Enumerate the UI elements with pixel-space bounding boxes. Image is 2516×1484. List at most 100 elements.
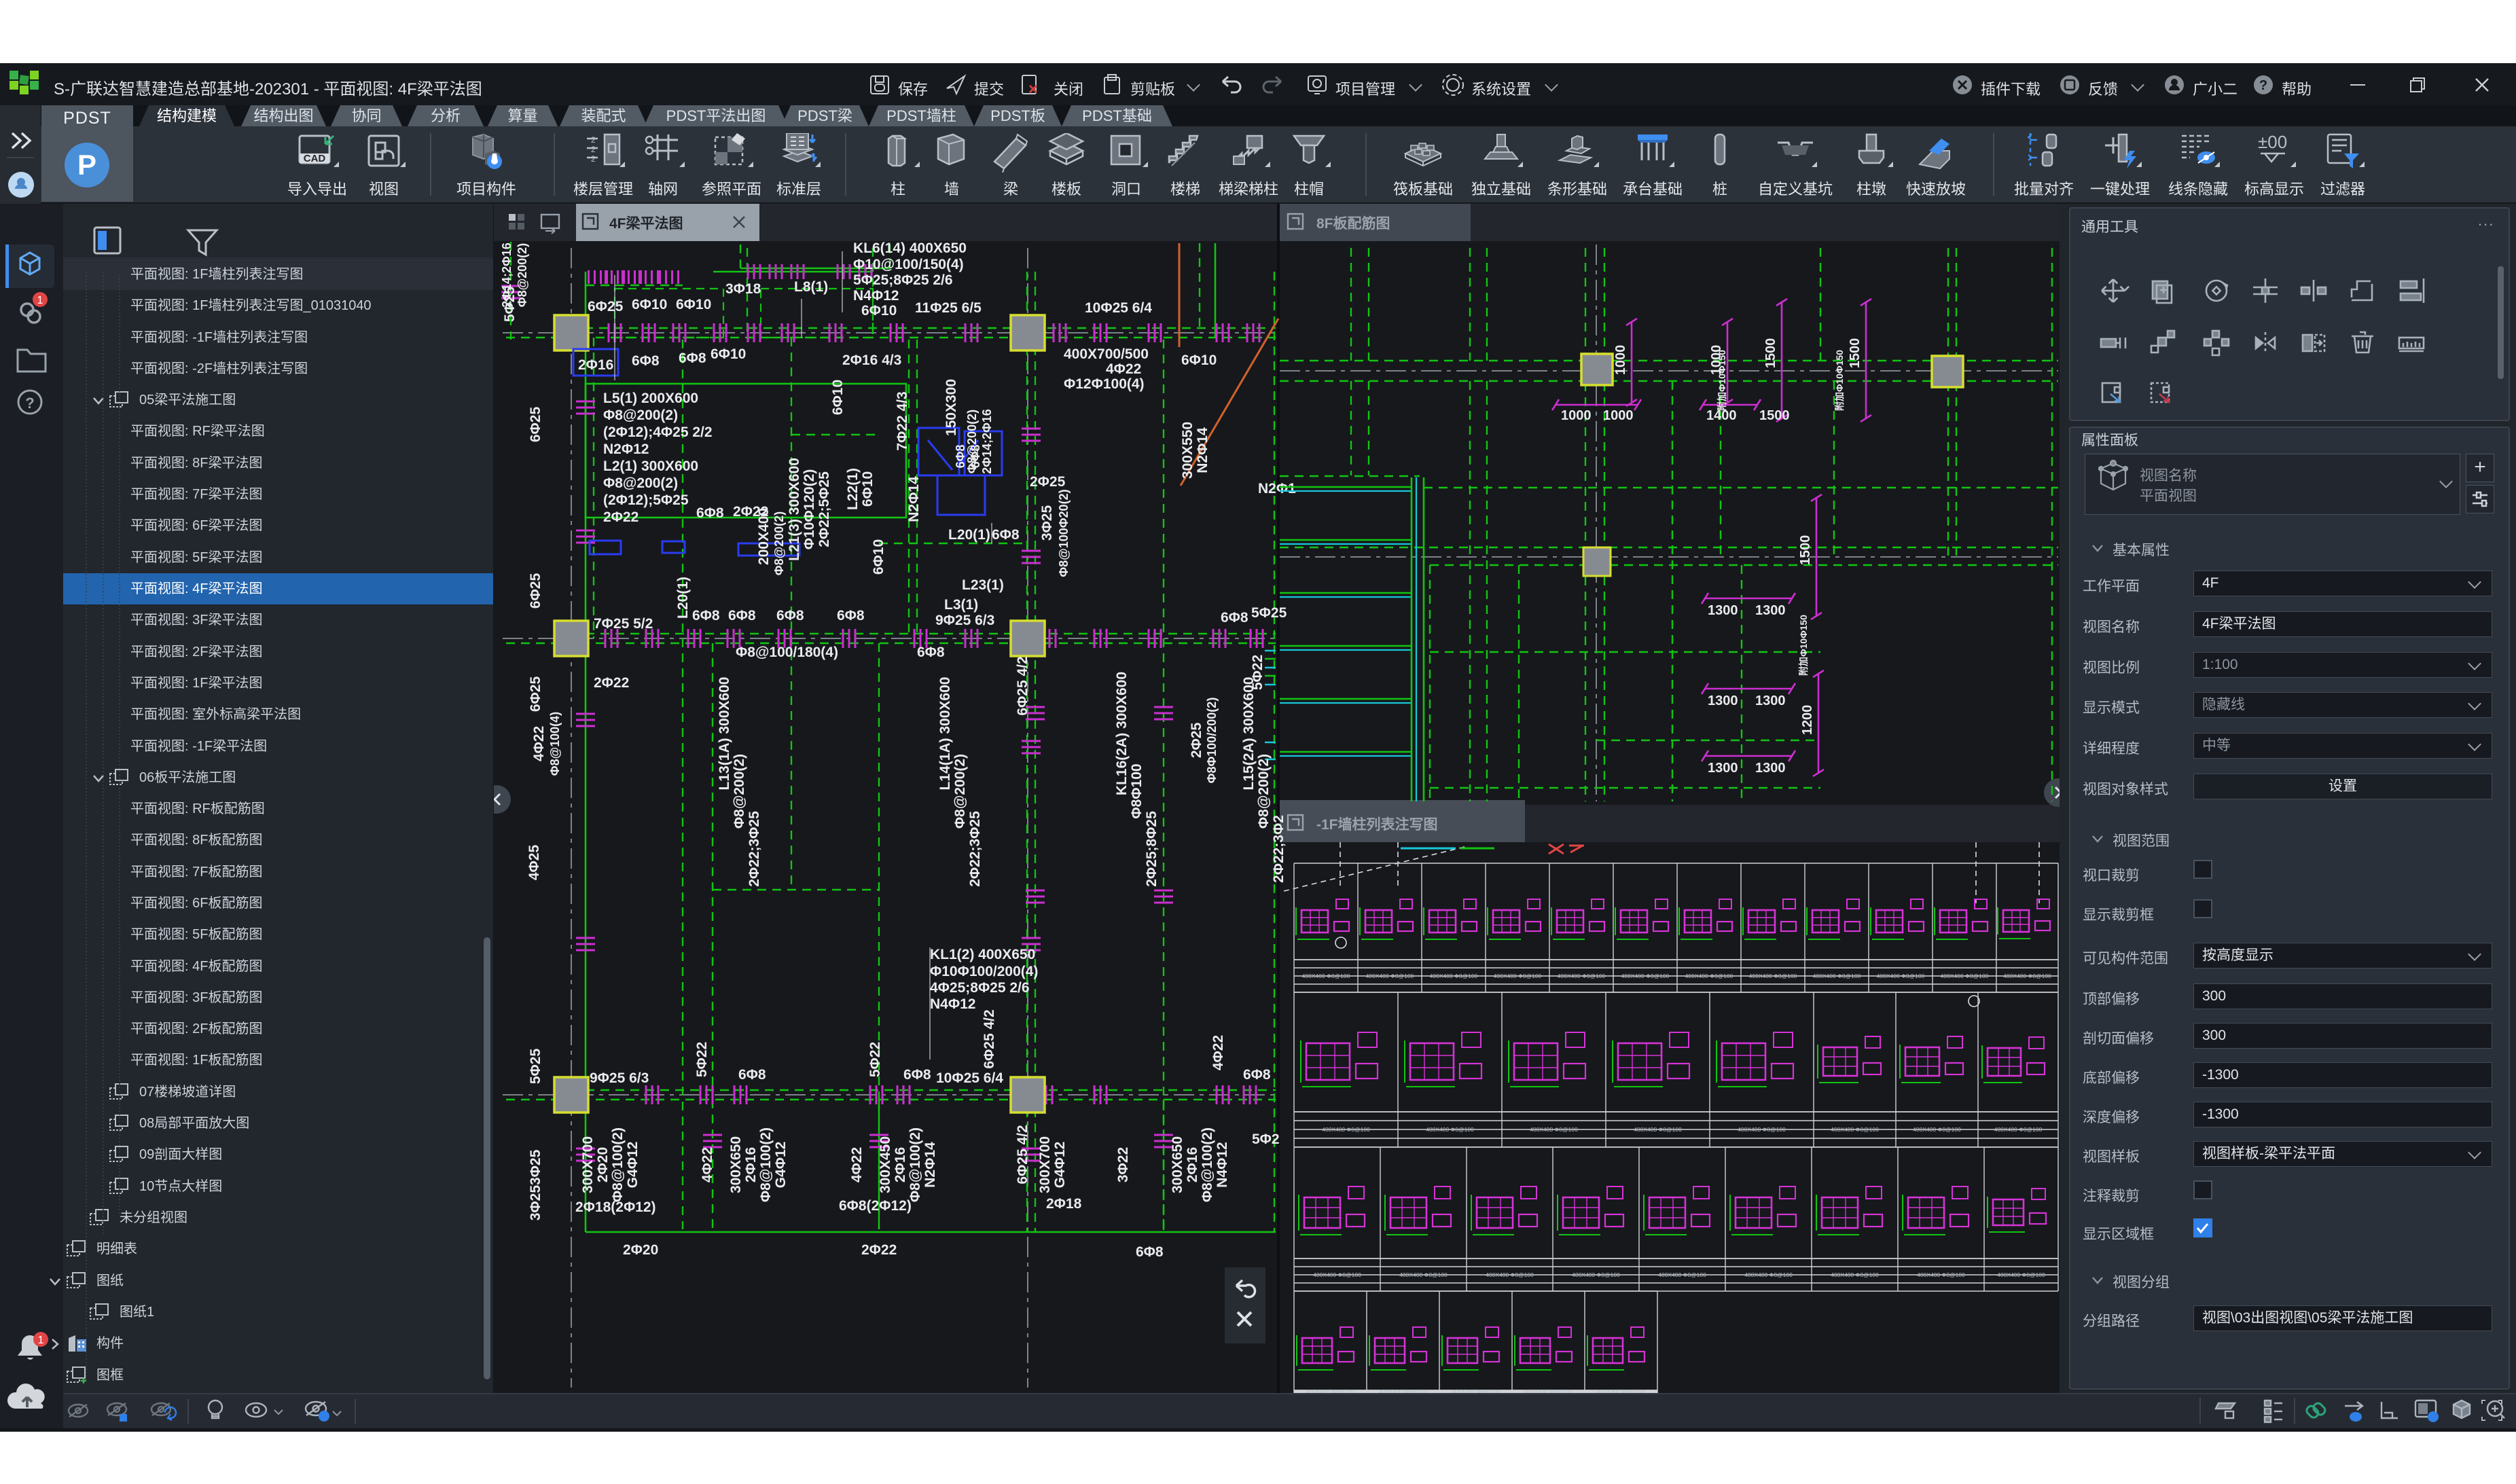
svg-text:4Φ22: 4Φ22 xyxy=(700,1147,715,1182)
svg-text:L13(1A) 300X600: L13(1A) 300X600 xyxy=(717,677,732,791)
svg-text:400X400 Φ8@100: 400X400 Φ8@100 xyxy=(1322,1126,1370,1133)
svg-text:4Φ25;8Φ25 2/6: 4Φ25;8Φ25 2/6 xyxy=(930,980,1030,996)
svg-text:KL6(14) 400X650: KL6(14) 400X650 xyxy=(853,240,967,256)
svg-text:?: ? xyxy=(25,395,34,412)
svg-text:L23(1): L23(1) xyxy=(962,577,1004,593)
svg-text:10Φ25 6/4: 10Φ25 6/4 xyxy=(936,1070,1003,1086)
svg-text:2Φ25;8Φ25: 2Φ25;8Φ25 xyxy=(1144,811,1160,887)
svg-text:N2Φ14: N2Φ14 xyxy=(922,1142,938,1188)
svg-text:-1F墙柱列表注写图: -1F墙柱列表注写图 xyxy=(1316,816,1438,833)
svg-text:2Φ14;2Φ16: 2Φ14;2Φ16 xyxy=(500,242,514,308)
svg-text:2Φ14;2Φ16: 2Φ14;2Φ16 xyxy=(980,409,994,474)
svg-text:Φ10@100/150(4): Φ10@100/150(4) xyxy=(853,257,964,272)
svg-text:6Φ10: 6Φ10 xyxy=(676,297,711,312)
svg-text:6Φ8: 6Φ8 xyxy=(632,353,660,369)
svg-text:1500: 1500 xyxy=(1763,338,1778,369)
svg-text:3Φ18: 3Φ18 xyxy=(725,281,761,297)
svg-text:2Φ16 4/3: 2Φ16 4/3 xyxy=(842,352,901,368)
svg-text:6Φ8: 6Φ8 xyxy=(738,1067,766,1083)
svg-text:Φ10Φ100/200(4): Φ10Φ100/200(4) xyxy=(930,964,1038,979)
svg-text:400X400 Φ8@100: 400X400 Φ8@100 xyxy=(2003,973,2051,979)
svg-text:3Φ22: 3Φ22 xyxy=(1115,1147,1131,1182)
svg-text:400X400 Φ8@100: 400X400 Φ8@100 xyxy=(1524,1388,1572,1393)
svg-text:400X400 Φ8@100: 400X400 Φ8@100 xyxy=(1831,1126,1879,1133)
svg-text:5Φ22: 5Φ22 xyxy=(694,1042,710,1077)
svg-text:附加Φ10Φ150: 附加Φ10Φ150 xyxy=(1798,615,1809,676)
svg-text:8F板配筋图: 8F板配筋图 xyxy=(1316,215,1390,232)
svg-text:1500: 1500 xyxy=(1759,408,1790,423)
svg-text:附加Φ10Φ150: 附加Φ10Φ150 xyxy=(1717,350,1727,411)
svg-text:L14(1A) 300X600: L14(1A) 300X600 xyxy=(937,677,953,791)
svg-text:Φ8@200(2): Φ8@200(2) xyxy=(1256,754,1272,829)
svg-text:3Φ253Φ25: 3Φ253Φ25 xyxy=(528,1149,543,1220)
svg-text:1300: 1300 xyxy=(1755,603,1786,618)
svg-text:400X400 Φ8@100: 400X400 Φ8@100 xyxy=(1917,1271,1965,1278)
svg-text:6Φ25: 6Φ25 xyxy=(528,573,543,609)
svg-text:400X400 Φ8@100: 400X400 Φ8@100 xyxy=(1494,973,1542,979)
svg-text:5Φ22: 5Φ22 xyxy=(867,1042,883,1077)
svg-text:L20(1): L20(1) xyxy=(948,527,990,543)
svg-text:P: P xyxy=(77,149,96,181)
svg-text:400X400 Φ8@100: 400X400 Φ8@100 xyxy=(1685,973,1733,979)
svg-text:6Φ10: 6Φ10 xyxy=(711,346,746,362)
svg-text:Φ10Φ120(2): Φ10Φ120(2) xyxy=(802,469,817,550)
svg-text:400X400 Φ8@100: 400X400 Φ8@100 xyxy=(1399,1271,1448,1278)
svg-text:1: 1 xyxy=(38,1335,44,1346)
svg-text:400X400 Φ8@100: 400X400 Φ8@100 xyxy=(1749,973,1797,979)
svg-text:6Φ8: 6Φ8 xyxy=(969,445,982,469)
svg-text:1000: 1000 xyxy=(1613,345,1628,376)
svg-text:10Φ25 6/4: 10Φ25 6/4 xyxy=(1085,300,1152,316)
svg-text:6Φ25: 6Φ25 xyxy=(588,299,624,314)
svg-text:N4Φ12: N4Φ12 xyxy=(1215,1142,1230,1187)
svg-text:150X300: 150X300 xyxy=(943,379,959,436)
svg-text:6Φ10: 6Φ10 xyxy=(871,539,886,575)
svg-text:L5(1) 200X600: L5(1) 200X600 xyxy=(603,391,698,406)
svg-text:400X400 Φ8@100: 400X400 Φ8@100 xyxy=(1994,1126,2043,1133)
svg-text:KL16(2A) 300X600: KL16(2A) 300X600 xyxy=(1114,672,1130,795)
svg-text:6Φ8: 6Φ8 xyxy=(903,1067,931,1083)
svg-text:2Φ22;3Φ25: 2Φ22;3Φ25 xyxy=(747,811,762,887)
svg-text:2Φ25: 2Φ25 xyxy=(1189,723,1204,759)
svg-text:N2Φ12: N2Φ12 xyxy=(603,441,649,457)
svg-text:6Φ8: 6Φ8 xyxy=(776,608,804,623)
svg-text:6Φ25: 6Φ25 xyxy=(528,407,543,443)
svg-text:2Φ16: 2Φ16 xyxy=(1185,1147,1200,1182)
svg-text:3Φ25: 3Φ25 xyxy=(1039,505,1055,541)
svg-text:400X400 Φ8@100: 400X400 Φ8@100 xyxy=(1306,1388,1354,1393)
svg-text:400X400 Φ8@100: 400X400 Φ8@100 xyxy=(1558,973,1606,979)
svg-text:400X400 Φ8@100: 400X400 Φ8@100 xyxy=(1997,1271,2045,1278)
svg-text:Φ8@200(2): Φ8@200(2) xyxy=(732,754,747,829)
svg-text:400X400 Φ8@100: 400X400 Φ8@100 xyxy=(1913,1126,1961,1133)
svg-text:4Φ22: 4Φ22 xyxy=(849,1147,865,1182)
svg-text:400X700/500: 400X700/500 xyxy=(1064,346,1149,362)
svg-text:Φ8@200(2): Φ8@200(2) xyxy=(603,408,678,423)
svg-text:6Φ8: 6Φ8 xyxy=(1243,1067,1271,1083)
svg-text:2Φ16: 2Φ16 xyxy=(893,1147,908,1182)
svg-text:Φ8@100Φ20(2): Φ8@100Φ20(2) xyxy=(1057,489,1071,577)
svg-text:400X400 Φ8@100: 400X400 Φ8@100 xyxy=(1634,1126,1682,1133)
svg-text:5Φ2: 5Φ2 xyxy=(1252,1132,1280,1147)
svg-text:Φ8Φ100/200(2): Φ8Φ100/200(2) xyxy=(1205,698,1219,784)
svg-text:5Φ25: 5Φ25 xyxy=(528,1049,543,1085)
svg-text:1300: 1300 xyxy=(1755,761,1786,776)
svg-text:4Φ25: 4Φ25 xyxy=(526,845,542,881)
svg-text:400X400 Φ8@100: 400X400 Φ8@100 xyxy=(1597,1388,1645,1393)
svg-text:300X700: 300X700 xyxy=(1037,1136,1053,1193)
svg-text:7Φ25 5/2: 7Φ25 5/2 xyxy=(594,616,653,632)
svg-text:L22(1): L22(1) xyxy=(845,468,861,510)
svg-text:400X400 Φ8@100: 400X400 Φ8@100 xyxy=(1366,973,1414,979)
svg-text:1500: 1500 xyxy=(1848,338,1863,369)
svg-text:400X400 Φ8@100: 400X400 Φ8@100 xyxy=(1302,973,1350,979)
svg-text:Φ8Φ100: Φ8Φ100 xyxy=(1129,763,1145,818)
svg-text:6Φ8: 6Φ8 xyxy=(1221,610,1248,626)
svg-text:2Φ18: 2Φ18 xyxy=(1046,1196,1082,1212)
svg-text:6Φ8(2Φ12): 6Φ8(2Φ12) xyxy=(839,1198,912,1214)
svg-text:Φ8@100(2): Φ8@100(2) xyxy=(758,1127,774,1202)
svg-text:1300: 1300 xyxy=(1708,693,1738,708)
svg-text:Φ8@100(2): Φ8@100(2) xyxy=(907,1127,923,1202)
svg-text:4Φ22: 4Φ22 xyxy=(531,726,547,761)
svg-text:2: 2 xyxy=(591,145,596,154)
svg-text:CAD: CAD xyxy=(304,153,326,164)
svg-text:5Φ25: 5Φ25 xyxy=(1251,605,1287,621)
svg-text:5Φ25;8Φ25 2/6: 5Φ25;8Φ25 2/6 xyxy=(853,272,953,288)
